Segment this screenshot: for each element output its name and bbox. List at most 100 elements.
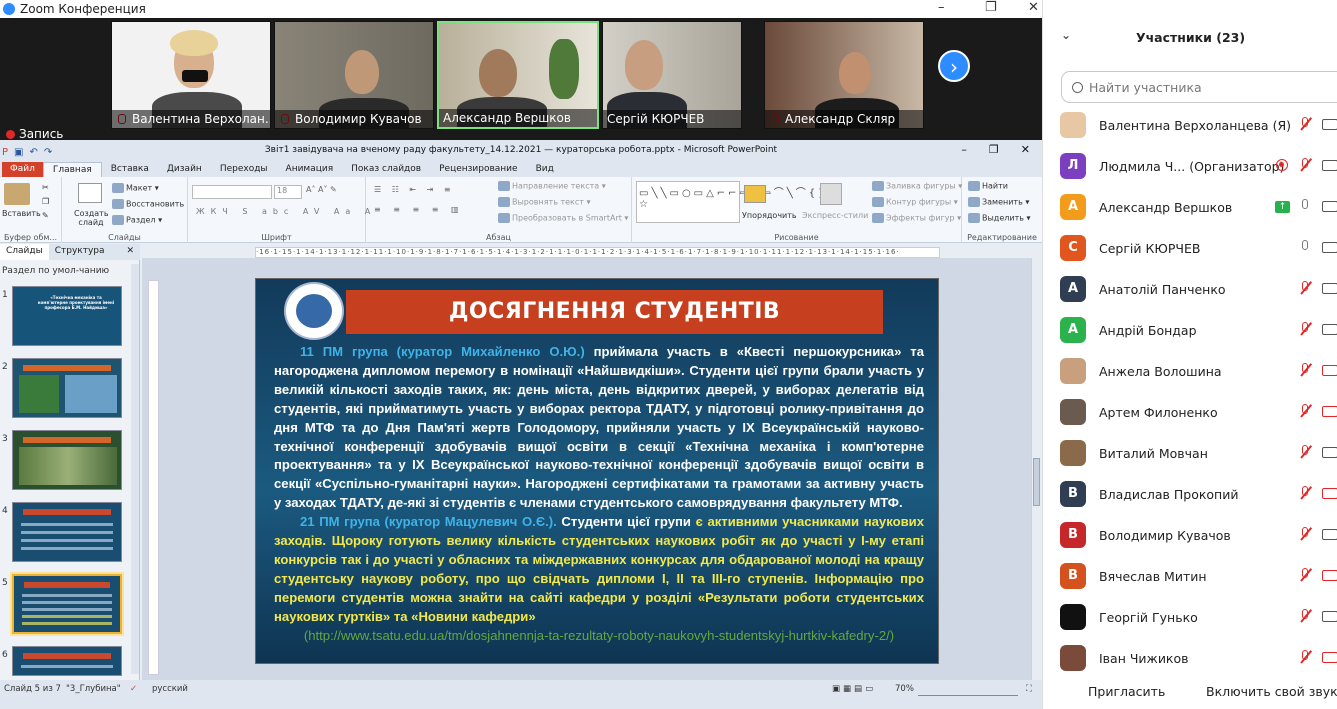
pane-close-icon[interactable]: ✕ [120,244,140,260]
align-buttons[interactable]: ≡ ≡ ≡ ≡ ▥ [374,205,464,214]
tab-design[interactable]: Дизайн [158,162,211,177]
tab-outline[interactable]: Структура [49,244,111,260]
zoom-level[interactable]: 70% [895,684,914,694]
fit-window-icon[interactable]: ⛶ [1026,684,1032,694]
participant-row[interactable]: Валентина Верхоланцева (Я) [1043,106,1337,147]
tab-transitions[interactable]: Переходы [211,162,277,177]
quick-styles-button[interactable]: Экспресс-стили [802,211,868,220]
new-slide-icon[interactable] [78,183,102,203]
list-buttons[interactable]: ☰ ☷ ⇤ ⇥ ≡ [374,185,455,194]
tab-insert[interactable]: Вставка [102,162,158,177]
tab-file[interactable]: Файл [2,162,43,177]
format-painter-icon[interactable]: ✎ [42,211,49,220]
record-dot-icon [6,129,15,139]
section-button[interactable]: Раздел ▾ [112,215,162,225]
layout-button[interactable]: Макет ▾ [112,183,159,193]
copy-icon[interactable]: ❐ [42,197,49,206]
video-tile[interactable]: Валентина Верхолан... [111,21,271,129]
department-link[interactable]: (http://www.tsatu.edu.ua/tm/dosjahnennja… [274,627,924,646]
scroll-thumb[interactable] [1033,458,1040,506]
participant-row[interactable]: В Владислав Прокопий [1043,475,1337,516]
cut-icon[interactable]: ✂ [42,183,49,192]
slide-title: ДОСЯГНЕННЯ СТУДЕНТІВ [346,290,883,334]
text-direction-button[interactable]: Направление текста ▾ [498,181,606,191]
participant-search-input[interactable]: Найти участника [1061,71,1337,103]
font-group: 18 A˄ A˅ ✎ ЖКЧ S abc AV Aa A Шрифт [188,177,370,243]
align-text-button[interactable]: Выровнять текст ▾ [498,197,591,207]
participant-name: Сергій КЮРЧЕВ [1099,241,1201,256]
tab-slides[interactable]: Слайды [0,244,49,260]
video-tile-active-speaker[interactable]: Александр Вершков [437,21,599,129]
font-size-dropdown[interactable]: 18 [274,185,302,199]
zoom-slider[interactable] [918,686,1018,696]
tab-review[interactable]: Рецензирование [430,162,526,177]
language[interactable]: русский [152,684,188,694]
camera-icon [1322,488,1337,499]
section-header: Раздел по умол-чанию [2,266,110,276]
slide-thumbnail[interactable] [12,358,122,418]
participant-row[interactable]: А Анатолій Панченко [1043,270,1337,311]
participant-row[interactable]: В Вячеслав Митин [1043,557,1337,598]
font-grow-shrink-icons[interactable]: A˄ A˅ ✎ [306,185,337,194]
vertical-ruler [148,280,159,675]
search-icon [1072,81,1083,93]
new-slide-button[interactable]: Создать слайд [74,209,109,227]
next-page-arrow-icon[interactable]: › [938,50,970,82]
participant-row[interactable]: В Володимир Кувачов [1043,516,1337,557]
paste-icon[interactable] [4,183,30,205]
pane-scrollbar[interactable] [131,264,139,674]
arrange-icon[interactable] [744,185,766,203]
participant-row[interactable]: А Александр Вершков ↑ [1043,188,1337,229]
shape-effects-button[interactable]: Эффекты фигур ▾ [872,213,961,223]
maximize-button[interactable]: ❐ [985,0,997,15]
quick-styles-icon[interactable] [820,183,842,205]
participant-row[interactable]: Л Людмила Ч... (Организатор) [1043,147,1337,188]
font-style-buttons[interactable]: ЖКЧ S abc AV Aa A [196,207,376,216]
slide-thumbnail-selected[interactable] [12,574,122,634]
invite-button[interactable]: Пригласить [1088,684,1165,699]
arrange-button[interactable]: Упорядочить [742,211,797,220]
canvas-scrollbar[interactable] [1031,258,1041,680]
participant-row[interactable]: Артем Филоненко [1043,393,1337,434]
smartart-button[interactable]: Преобразовать в SmartArt ▾ [498,213,628,223]
reset-button[interactable]: Восстановить [112,199,184,209]
view-buttons[interactable]: ▣▦▤▭ [832,684,876,694]
slide-thumbnail[interactable] [12,502,122,562]
minimize-button[interactable]: – [938,0,945,15]
chevron-down-icon[interactable]: ⌄ [1061,28,1071,42]
participant-row[interactable]: А Андрій Бондар [1043,311,1337,352]
tab-slideshow[interactable]: Показ слайдов [342,162,430,177]
find-button[interactable]: Найти [968,181,1008,191]
tab-animation[interactable]: Анимация [277,162,343,177]
video-tile[interactable]: Володимир Кувачов [274,21,434,129]
avatar [1060,604,1086,630]
shape-outline-button[interactable]: Контур фигуры ▾ [872,197,958,207]
ppt-minimize-button[interactable]: – [961,140,967,160]
participant-row[interactable]: Анжела Волошина [1043,352,1337,393]
shape-fill-button[interactable]: Заливка фигуры ▾ [872,181,962,191]
shapes-gallery[interactable]: ▭╲╲▭○▭△⌐⌐⇨⇩⇦⌒╲⌒{}☆ [636,181,824,223]
participant-row[interactable]: С Сергій КЮРЧЕВ [1043,229,1337,270]
participant-row[interactable]: Іван Чижиков [1043,639,1337,680]
slide-thumbnail[interactable] [12,646,122,676]
participant-row[interactable]: Виталий Мовчан [1043,434,1337,475]
ppt-restore-button[interactable]: ❐ [989,140,999,160]
select-button[interactable]: Выделить ▾ [968,213,1031,223]
video-tile[interactable]: Сергій КЮРЧЕВ [602,21,742,129]
spellcheck-icon[interactable]: ✓ [130,684,137,694]
paste-button[interactable]: Вставить [2,209,41,218]
slide-thumbnail[interactable] [12,430,122,490]
thumb-text: «Технічна механіка та комп'ютерне проект… [37,295,115,310]
close-button[interactable]: ✕ [1028,0,1039,15]
video-tile[interactable]: Александр Скляр [764,21,924,129]
tab-view[interactable]: Вид [527,162,563,177]
ppt-close-button[interactable]: ✕ [1021,140,1030,160]
slide-thumbnail[interactable]: «Технічна механіка та комп'ютерне проект… [12,286,122,346]
camera-icon [1322,529,1337,540]
replace-button[interactable]: Заменить ▾ [968,197,1029,207]
participant-row[interactable]: Георгій Гунько [1043,598,1337,639]
font-name-dropdown[interactable] [192,185,272,199]
unmute-me-button[interactable]: Включить свой звук [1206,684,1337,699]
tab-home[interactable]: Главная [42,162,102,177]
group-21-heading: 21 ПМ група (куратор Мацулевич О.Є.). [300,514,557,530]
